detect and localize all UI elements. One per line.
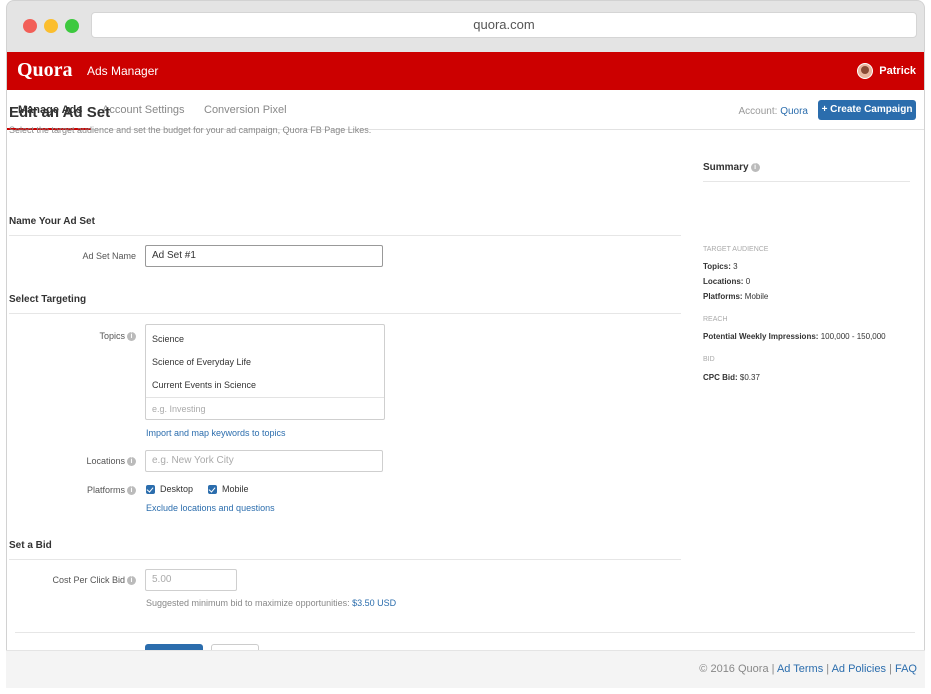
minimize-window-button[interactable] — [44, 19, 58, 33]
desktop-label: Desktop — [160, 484, 194, 494]
browser-chrome: quora.com — [6, 0, 925, 52]
summary-reach-key: Potential Weekly Impressions: — [703, 332, 819, 341]
exclude-locations-link[interactable]: Exclude locations and questions — [146, 503, 275, 513]
cpc-bid-input[interactable]: 5.00 — [145, 569, 237, 591]
faq-link[interactable]: FAQ — [895, 663, 917, 675]
cpc-bid-label: Cost Per Click Bid i — [30, 575, 136, 586]
topics-field[interactable]: Science Science of Everyday Life Current… — [145, 324, 385, 420]
copyright: © 2016 Quora — [699, 663, 769, 675]
account-link[interactable]: Quora — [780, 106, 808, 117]
topic-item[interactable]: Current Events in Science — [152, 380, 256, 390]
summary-platforms-value: Mobile — [744, 292, 769, 301]
tab-conversion-pixel[interactable]: Conversion Pixel — [204, 104, 287, 116]
reach-caption: REACH — [703, 316, 728, 323]
user-name: Patrick — [879, 65, 916, 77]
bottom-divider — [15, 632, 915, 633]
topics-label: Topics i — [60, 331, 136, 342]
create-campaign-button[interactable]: + Create Campaign — [818, 100, 916, 120]
checkbox-checked-icon — [146, 484, 155, 494]
locations-label: Locations i — [60, 456, 136, 467]
summary-cpc: CPC Bid: $0.37 — [703, 373, 760, 382]
topics-input[interactable]: e.g. Investing — [152, 404, 206, 414]
ad-policies-link[interactable]: Ad Policies — [832, 663, 886, 675]
summary-reach-value: 100,000 - 150,000 — [820, 332, 886, 341]
summary-topics-value: 3 — [733, 262, 738, 271]
ad-set-name-input[interactable]: Ad Set #1 — [145, 245, 383, 267]
summary-reach: Potential Weekly Impressions: 100,000 - … — [703, 332, 886, 341]
info-icon[interactable]: i — [127, 332, 136, 342]
info-icon[interactable]: i — [127, 576, 136, 586]
maximize-window-button[interactable] — [65, 19, 79, 33]
summary-heading-text: Summary — [703, 162, 749, 173]
footer: © 2016 Quora | Ad Terms | Ad Policies | … — [6, 650, 925, 688]
section-name-heading: Name Your Ad Set — [9, 216, 681, 236]
footer-separator: | — [771, 663, 775, 675]
info-icon[interactable]: i — [127, 457, 136, 467]
cpc-bid-label-text: Cost Per Click Bid — [52, 575, 125, 585]
footer-separator: | — [889, 663, 892, 675]
summary-locations: Locations: 0 — [703, 277, 750, 286]
ad-set-name-label: Ad Set Name — [82, 251, 136, 261]
summary-locations-key: Locations: — [703, 277, 744, 286]
summary-topics-key: Topics: — [703, 262, 731, 271]
summary-topics: Topics: 3 — [703, 262, 738, 271]
platforms-label: Platforms i — [60, 485, 136, 496]
user-menu[interactable]: Patrick — [857, 63, 916, 79]
app-window: Quora Ads Manager Patrick Manage Ads Acc… — [6, 52, 925, 688]
info-icon[interactable]: i — [127, 486, 136, 496]
mobile-checkbox[interactable]: Mobile — [208, 484, 249, 494]
account-selector: Account: Quora — [739, 106, 809, 117]
topic-item[interactable]: Science of Everyday Life — [152, 357, 251, 367]
info-icon[interactable]: i — [750, 162, 760, 172]
desktop-checkbox[interactable]: Desktop — [146, 484, 193, 494]
bid-caption: BID — [703, 356, 715, 363]
locations-label-text: Locations — [86, 456, 125, 466]
summary-cpc-value: $0.37 — [739, 373, 760, 382]
target-audience-caption: TARGET AUDIENCE — [703, 246, 769, 253]
close-window-button[interactable] — [23, 19, 37, 33]
summary-cpc-key: CPC Bid: — [703, 373, 738, 382]
summary-locations-value: 0 — [745, 277, 751, 286]
footer-separator: | — [826, 663, 830, 675]
topic-item[interactable]: Science — [152, 334, 184, 344]
summary-heading: Summary i — [703, 162, 910, 182]
ad-terms-link[interactable]: Ad Terms — [777, 663, 823, 675]
locations-input[interactable]: e.g. New York City — [145, 450, 383, 472]
tab-account-settings[interactable]: Account Settings — [102, 104, 185, 116]
bid-suggestion: Suggested minimum bid to maximize opport… — [146, 598, 396, 608]
topics-label-text: Topics — [99, 331, 125, 341]
quora-logo[interactable]: Quora — [17, 59, 73, 82]
footer-links: © 2016 Quora | Ad Terms | Ad Policies | … — [699, 663, 917, 675]
platforms-label-text: Platforms — [86, 485, 125, 495]
topics-divider — [146, 397, 384, 398]
bid-suggestion-text: Suggested minimum bid to maximize opport… — [146, 598, 350, 608]
summary-platforms-key: Platforms: — [703, 292, 743, 301]
tabs-bar: Manage Ads Account Settings Conversion P… — [7, 90, 924, 130]
section-bid-heading: Set a Bid — [9, 540, 681, 560]
summary-platforms: Platforms: Mobile — [703, 292, 768, 301]
page-title: Edit an Ad Set — [9, 104, 111, 121]
account-label: Account: — [738, 106, 778, 117]
import-keywords-link[interactable]: Import and map keywords to topics — [146, 428, 286, 438]
app-name[interactable]: Ads Manager — [87, 64, 158, 78]
section-targeting-heading: Select Targeting — [9, 294, 681, 314]
top-bar: Quora Ads Manager Patrick — [7, 52, 924, 90]
page-subtitle: Select the target audience and set the b… — [9, 125, 372, 135]
mobile-label: Mobile — [222, 484, 249, 494]
checkbox-checked-icon — [208, 484, 217, 494]
address-bar[interactable]: quora.com — [91, 12, 917, 38]
bid-suggestion-value: $3.50 USD — [352, 598, 397, 608]
avatar — [857, 63, 874, 79]
